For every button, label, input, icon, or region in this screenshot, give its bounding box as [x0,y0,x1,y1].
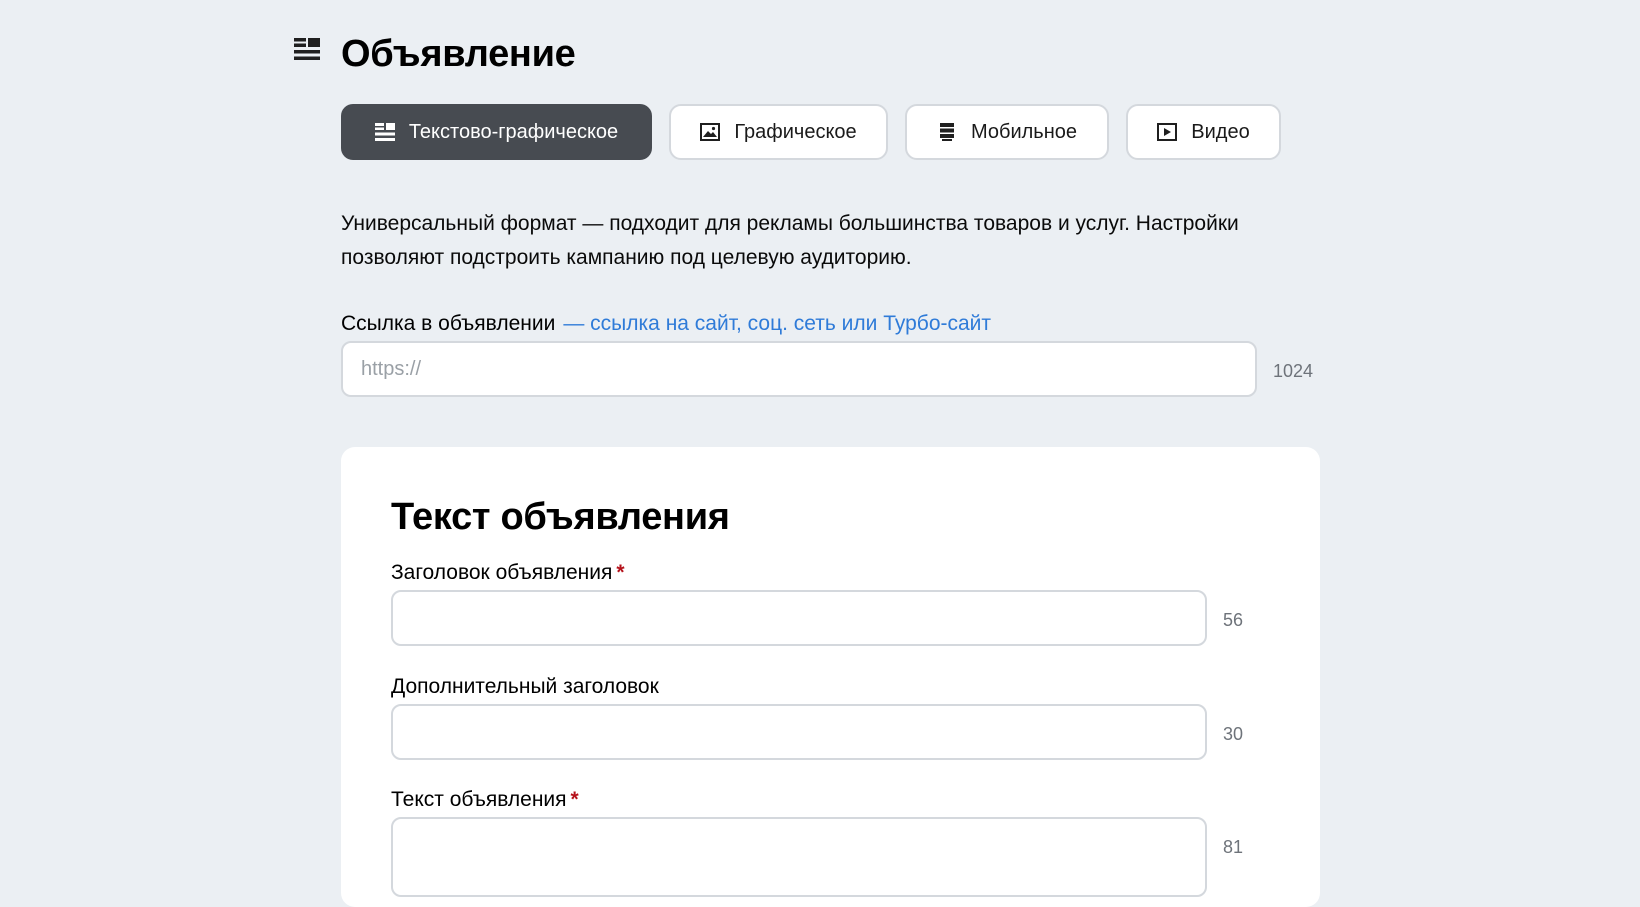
ad-url-counter: 1024 [1273,361,1314,381]
tab-text-graphic[interactable]: Текстово-графическое [341,104,652,160]
extra-headline-input[interactable] [391,704,1207,760]
tab-graphic[interactable]: Графическое [669,104,888,160]
tab-mobile[interactable]: Мобильное [905,104,1109,160]
ad-url-input[interactable] [341,341,1257,397]
card-title: Текст объявления [391,496,730,538]
tab-label: Мобильное [970,120,1077,143]
required-mark: * [570,788,579,811]
headline-input[interactable] [391,590,1207,646]
tab-video[interactable]: Видео [1126,104,1281,160]
ad-text-label-text: Текст объявления [391,788,567,811]
video-icon [1157,123,1178,141]
ad-text-input[interactable] [391,817,1207,897]
tab-label: Графическое [734,120,857,143]
ad-link-hint[interactable]: — ссылка на сайт, соц. сеть или Турбо-са… [563,312,991,335]
ad-text-label: Текст объявления * [391,786,579,814]
text-list-icon [374,123,395,141]
extra-headline-label: Дополнительный заголовок [391,673,659,701]
required-mark: * [616,561,625,584]
tab-label: Текстово-графическое [408,120,619,143]
extra-headline-label-text: Дополнительный заголовок [391,675,659,698]
tab-label: Видео [1191,120,1250,143]
headline-label-text: Заголовок объявления [391,561,613,584]
extra-headline-counter: 30 [1223,724,1244,744]
ad-text-card: Текст объявления Заголовок объявления * 5… [341,447,1320,907]
page-title: Объявление [341,33,576,75]
mobile-icon [937,123,957,141]
image-icon [700,123,721,141]
headline-label: Заголовок объявления * [391,559,625,587]
ad-link-label-row: Ссылка в объявлении — ссылка на сайт, соц… [341,309,991,339]
text-list-icon [294,38,320,62]
format-description: Универсальный формат — подходит для рекл… [341,212,1239,269]
headline-counter: 56 [1223,610,1244,630]
ad-link-label: Ссылка в объявлении [341,312,556,335]
ad-text-counter: 81 [1223,837,1244,857]
